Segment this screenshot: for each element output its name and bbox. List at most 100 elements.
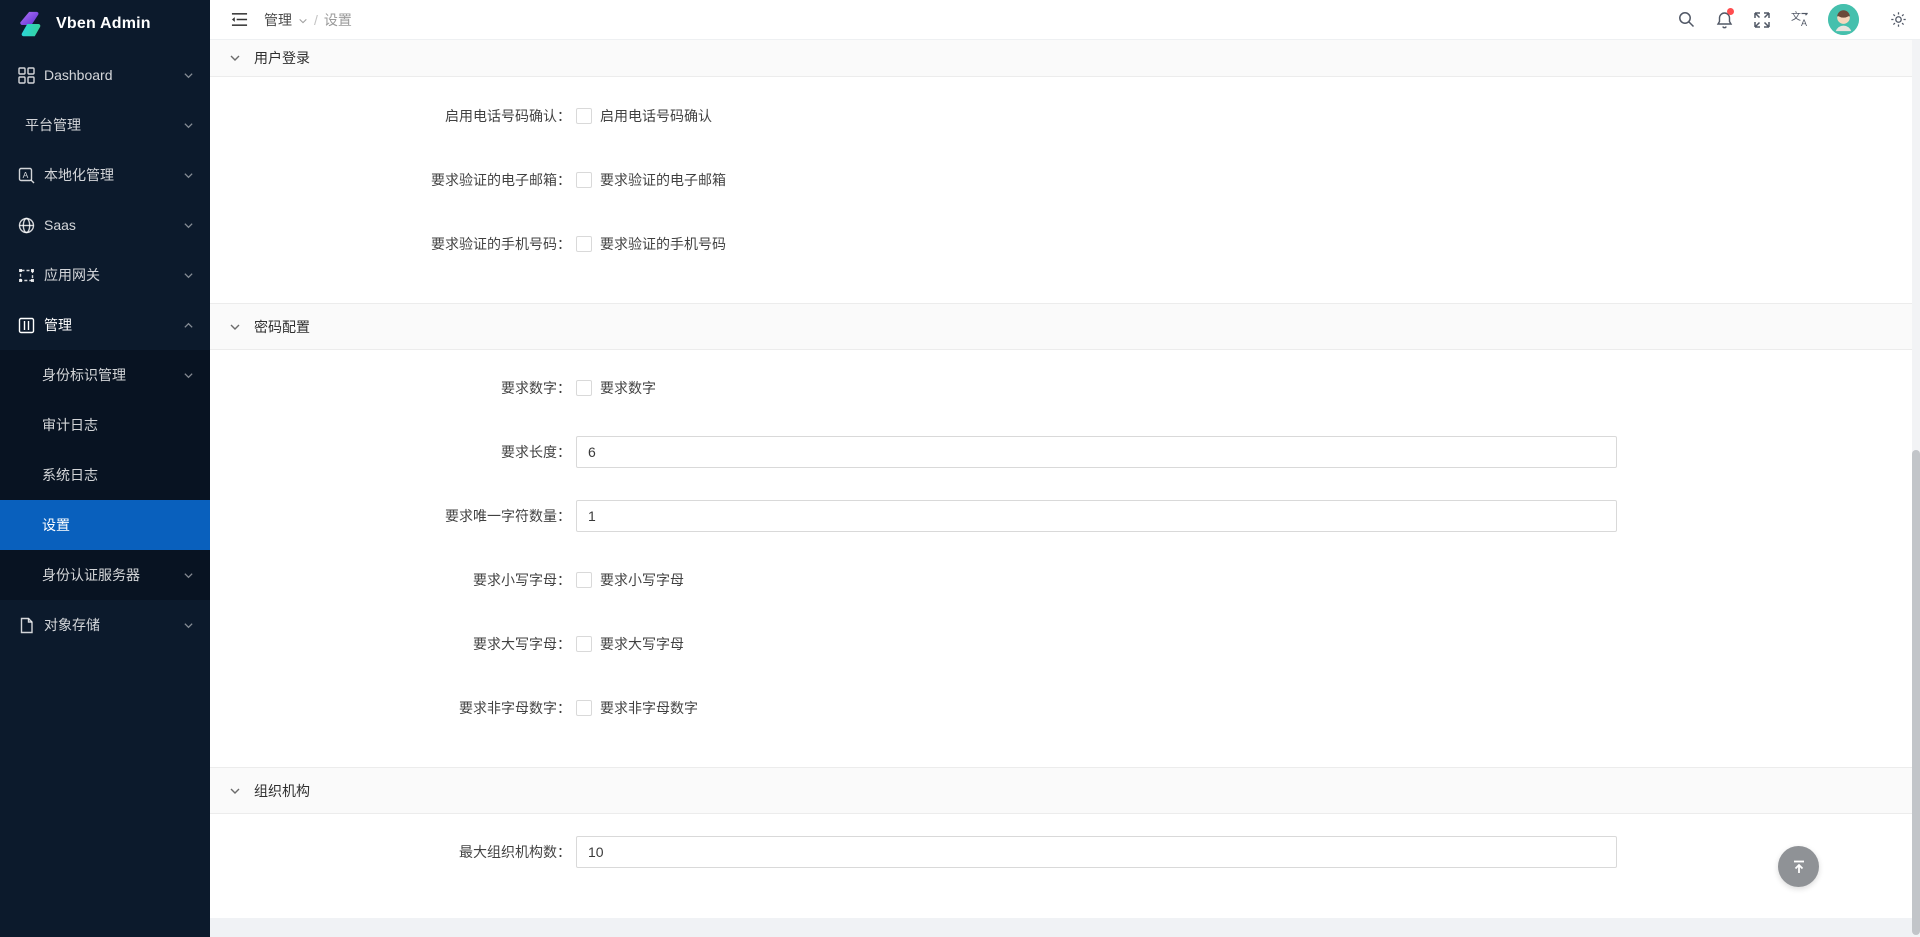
form-row: 要求长度：	[210, 420, 1912, 484]
translate-icon[interactable]: 文A	[1781, 0, 1819, 40]
notification-bell-icon[interactable]	[1705, 0, 1743, 40]
require-uppercase-checkbox[interactable]	[576, 636, 592, 652]
require-lowercase-checkbox[interactable]	[576, 572, 592, 588]
checkbox-label[interactable]: 要求验证的手机号码	[600, 234, 726, 254]
svg-text:文: 文	[1791, 11, 1801, 23]
chevron-down-icon	[183, 270, 194, 281]
sidebar-item-dashboard[interactable]: Dashboard	[0, 50, 210, 100]
field-label: 要求小写字母：	[210, 570, 571, 590]
chevron-down-icon	[298, 16, 308, 26]
chevron-up-icon	[183, 320, 194, 331]
section-organization-body: 最大组织机构数：	[210, 814, 1912, 911]
sidebar-item-system-logs[interactable]: 系统日志	[0, 450, 210, 500]
gear-icon[interactable]	[1879, 0, 1917, 40]
checkbox-label[interactable]: 要求验证的电子邮箱	[600, 170, 726, 190]
back-to-top-button[interactable]	[1778, 846, 1819, 887]
sidebar-item-localization[interactable]: A 本地化管理	[0, 150, 210, 200]
scrollbar-thumb[interactable]	[1912, 450, 1920, 935]
field-label: 要求唯一字符数量：	[210, 506, 571, 526]
field-label: 要求验证的手机号码：	[210, 234, 571, 254]
section-organization[interactable]: 组织机构	[210, 767, 1912, 814]
menu-fold-icon[interactable]	[222, 0, 256, 40]
sidebar-item-settings[interactable]: 设置	[0, 500, 210, 550]
translate-file-icon: A	[18, 167, 35, 184]
required-unique-chars-input[interactable]	[576, 500, 1617, 532]
vben-logo-icon	[16, 9, 46, 39]
admin-panel-icon	[18, 317, 35, 334]
field-label: 要求数字：	[210, 378, 571, 398]
checkbox-label[interactable]: 要求非字母数字	[600, 698, 698, 718]
breadcrumb-parent[interactable]: 管理	[264, 10, 292, 30]
form-row: 要求唯一字符数量：	[210, 484, 1912, 548]
svg-text:A: A	[1801, 18, 1807, 28]
chevron-down-icon	[183, 370, 194, 381]
sidebar-item-auth-server[interactable]: 身份认证服务器	[0, 550, 210, 600]
user-avatar[interactable]	[1819, 0, 1867, 40]
chevron-down-icon	[183, 70, 194, 81]
checkbox-label[interactable]: 要求大写字母	[600, 634, 684, 654]
header-actions: 文A	[1667, 0, 1917, 40]
chevron-down-icon	[229, 52, 241, 64]
sidebar: Vben Admin Dashboard 平台管理 A 本地化管理 Saas	[0, 0, 210, 937]
require-confirmed-email-checkbox[interactable]	[576, 172, 592, 188]
sidebar-item-object-storage[interactable]: 对象存储	[0, 600, 210, 650]
sidebar-item-platform-management[interactable]: 平台管理	[0, 100, 210, 150]
search-icon[interactable]	[1667, 0, 1705, 40]
enable-phone-confirm-checkbox[interactable]	[576, 108, 592, 124]
form-row: 启用电话号码确认： 启用电话号码确认	[210, 84, 1912, 148]
field-label: 启用电话号码确认：	[210, 106, 571, 126]
section-password-config[interactable]: 密码配置	[210, 303, 1912, 350]
top-header: 管理 / 设置 文A	[210, 0, 1920, 40]
breadcrumb-current: 设置	[324, 10, 352, 30]
max-org-units-input[interactable]	[576, 836, 1617, 868]
chevron-down-icon	[229, 321, 241, 333]
avatar-image	[1828, 4, 1859, 35]
sidebar-item-admin[interactable]: 管理	[0, 300, 210, 350]
dashboard-icon	[18, 67, 35, 84]
selection-gateway-icon	[18, 267, 35, 284]
chevron-down-icon	[183, 220, 194, 231]
arrow-to-top-icon	[1791, 859, 1807, 875]
checkbox-label[interactable]: 要求小写字母	[600, 570, 684, 590]
form-row: 最大组织机构数：	[210, 820, 1912, 884]
sidebar-menu: Dashboard 平台管理 A 本地化管理 Saas 应用网关	[0, 50, 210, 650]
breadcrumb-separator: /	[314, 12, 318, 28]
section-password-config-body: 要求数字： 要求数字 要求长度： 要求唯一字符数量： 要求小写字母： 要求小写字…	[210, 350, 1912, 767]
section-title: 用户登录	[254, 48, 310, 68]
form-row: 要求数字： 要求数字	[210, 356, 1912, 420]
app-logo[interactable]: Vben Admin	[0, 0, 210, 48]
checkbox-label[interactable]: 要求数字	[600, 378, 656, 398]
form-row: 要求大写字母： 要求大写字母	[210, 612, 1912, 676]
chevron-down-icon	[183, 570, 194, 581]
form-row: 要求验证的电子邮箱： 要求验证的电子邮箱	[210, 148, 1912, 212]
field-label: 要求验证的电子邮箱：	[210, 170, 571, 190]
chevron-down-icon	[183, 120, 194, 131]
admin-submenu: 身份标识管理 审计日志 系统日志 设置 身份认证服务器	[0, 350, 210, 600]
section-user-login[interactable]: 用户登录	[210, 40, 1912, 77]
form-row: 要求小写字母： 要求小写字母	[210, 548, 1912, 612]
section-title: 密码配置	[254, 317, 310, 337]
form-row: 要求验证的手机号码： 要求验证的手机号码	[210, 212, 1912, 276]
fullscreen-icon[interactable]	[1743, 0, 1781, 40]
section-user-login-body: 启用电话号码确认： 启用电话号码确认 要求验证的电子邮箱： 要求验证的电子邮箱 …	[210, 77, 1912, 303]
section-title: 组织机构	[254, 781, 310, 801]
app-title: Vben Admin	[56, 15, 151, 33]
document-icon	[18, 617, 35, 634]
checkbox-label[interactable]: 启用电话号码确认	[600, 106, 712, 126]
required-length-input[interactable]	[576, 436, 1617, 468]
field-label: 要求非字母数字：	[210, 698, 571, 718]
require-digit-checkbox[interactable]	[576, 380, 592, 396]
require-confirmed-phone-checkbox[interactable]	[576, 236, 592, 252]
settings-content: 用户登录 启用电话号码确认： 启用电话号码确认 要求验证的电子邮箱： 要求验证的…	[210, 40, 1912, 918]
globe-icon	[18, 217, 35, 234]
breadcrumb: 管理 / 设置	[264, 10, 352, 30]
sidebar-item-app-gateway[interactable]: 应用网关	[0, 250, 210, 300]
require-non-alphanumeric-checkbox[interactable]	[576, 700, 592, 716]
chevron-down-icon	[183, 170, 194, 181]
notification-dot	[1727, 8, 1734, 15]
sidebar-item-audit-logs[interactable]: 审计日志	[0, 400, 210, 450]
sidebar-item-saas[interactable]: Saas	[0, 200, 210, 250]
chevron-down-icon	[229, 785, 241, 797]
form-row: 要求非字母数字： 要求非字母数字	[210, 676, 1912, 740]
sidebar-item-identity-management[interactable]: 身份标识管理	[0, 350, 210, 400]
